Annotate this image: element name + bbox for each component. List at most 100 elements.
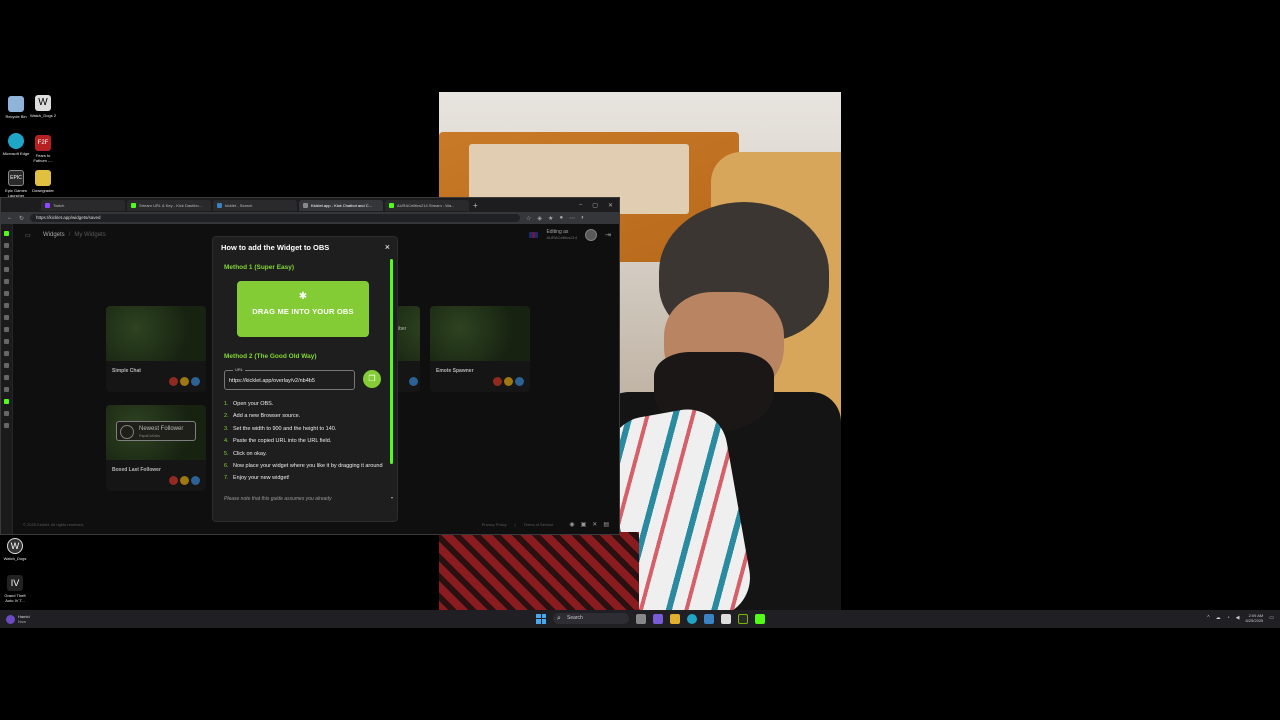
drag-cursor-icon: ✱ [298,291,308,302]
drag-into-obs-button[interactable]: ✱ DRAG ME INTO YOUR OBS [237,281,369,337]
notifications-icon[interactable]: ▭ [1269,615,1274,621]
close-icon[interactable]: × [385,242,390,252]
watch-dogs-legion-icon: W [7,538,23,554]
kick-logo-icon[interactable] [4,231,9,236]
volume-icon[interactable]: ◀ [1236,615,1240,621]
list-item: 5. Click on okay. [224,450,267,457]
notification-avatar-icon [6,614,15,624]
watch-dogs-icon: W [35,95,51,111]
method2-heading: Method 2 (The Good Old Way) [224,353,317,360]
menu-icon[interactable]: ⋯ [569,215,575,222]
window-controls: – ▢ ✕ [579,202,619,209]
url-input[interactable]: https://kicklet.app/widgets/saved [30,214,521,222]
desktop-icon-gta[interactable]: IV Grand Theft Auto IV T... [1,575,29,603]
file-explorer-icon[interactable] [670,613,680,624]
overlay-url-input[interactable] [229,376,349,386]
left-icon-rail [1,224,13,534]
rail-icon[interactable] [4,411,9,416]
nvidia-icon[interactable] [738,613,748,624]
list-item: 2. Add a new Browser source. [224,413,301,420]
tab-twitch[interactable]: Twitch [41,199,125,211]
desktop-icon-watch-dogs[interactable]: W Watch_Dogs [1,538,29,561]
instruction-list: 1. Open your OBS. 2. Add a new Browser sou… [224,401,389,488]
rail-icon[interactable] [4,363,9,368]
rail-icon[interactable] [4,291,9,296]
scroll-down-icon[interactable]: ▾ [391,495,393,500]
recycle-bin-icon [8,96,24,112]
clipboard-icon: ❐ [368,374,376,383]
list-item: 1. Open your OBS. [224,401,274,407]
taskbar-search[interactable]: Search [553,613,629,624]
tab-kicklet[interactable]: Kicklet.app - Kick Chatbot and C... [299,199,383,211]
rail-icon[interactable] [4,351,9,356]
wifi-icon[interactable]: ◔ [1227,615,1230,621]
modal-title: How to add the Widget to OBS [221,243,330,252]
epic-icon: EPIC [8,170,24,186]
rail-icon[interactable] [4,327,9,332]
tab-kick-dashboard[interactable]: Stream URL & Key - Kick Dashbo... [127,199,211,211]
modal-scrollbar[interactable] [390,259,393,464]
taskbar-notification[interactable]: Hamid Now [6,614,30,624]
rail-icon[interactable] [4,267,9,272]
star-icon[interactable]: ☆ [526,215,531,222]
list-item: 4. Paste the copied URL into the URL fiel… [224,438,332,445]
address-bar: ← ↻ https://kicklet.app/widgets/saved ☆ … [1,212,619,224]
clock[interactable]: 2:09 AM 8/25/2025 [1245,613,1263,623]
profile-icon[interactable]: ● [559,215,563,222]
rail-icon[interactable] [4,243,9,248]
app-icon[interactable] [704,613,714,624]
method1-heading: Method 1 (Super Easy) [224,264,295,271]
twitch-icon [45,202,50,208]
system-tray: ^ ☁ ◔ ◀ 2:09 AM 8/25/2025 ▭ [1207,613,1274,623]
rail-icon[interactable] [4,303,9,308]
rail-icon[interactable] [4,339,9,344]
obs-widget-modal: How to add the Widget to OBS × Method 1 … [212,236,398,522]
minimize-icon[interactable]: – [579,202,582,209]
url-field: URL [224,367,355,390]
desktop-icon-edge[interactable]: Microsoft Edge [2,133,30,156]
desktop-icon-downgrader[interactable]: Downgrader [29,170,57,193]
tab-stream[interactable]: AURACelltics214 Stream - Wa... [385,199,469,211]
list-item: 7. Enjoy your new widget! [224,475,290,482]
list-item: 3. Set the width to 900 and the height to… [224,425,337,432]
store-icon[interactable] [721,613,731,624]
favorites-icon[interactable]: ★ [548,215,553,222]
copilot-icon[interactable]: ◐ [581,215,585,222]
desktop-icon-epic-games[interactable]: EPIC Epic Games Launcher [2,170,30,198]
taskbar-center: Search [536,613,765,624]
gta-icon: IV [7,575,23,591]
tab-search[interactable]: kicklet - Search [213,199,297,211]
chevron-up-icon[interactable]: ^ [1207,615,1209,621]
desktop-icon-fears-to-fathom[interactable]: F2F Fears to Fathom -... [29,135,57,163]
rail-icon[interactable] [4,315,9,320]
edge-icon [8,133,24,149]
kicklet-icon [303,202,308,208]
copy-url-button[interactable]: ❐ [363,370,381,388]
extensions-icon[interactable]: ◈ [537,215,542,222]
desktop-icon-watch-dogs-2[interactable]: W Watch_Dogs 2 [29,95,57,118]
app-icon[interactable] [653,613,663,624]
start-icon[interactable] [536,613,546,624]
photo-flannel [439,532,639,610]
new-tab-button[interactable]: + [473,201,478,210]
address-bar-icons: ☆ ◈ ★ ● ⋯ ◐ [526,215,585,222]
rail-icon[interactable] [4,255,9,260]
desktop-icon-recycle-bin[interactable]: Recycle Bin [2,96,30,119]
refresh-icon[interactable]: ↻ [19,215,24,222]
edge-taskbar-icon[interactable] [687,613,697,624]
rail-icon[interactable] [4,423,9,428]
tab-bar: Twitch Stream URL & Key - Kick Dashbo...… [1,198,619,212]
rail-icon[interactable] [4,387,9,392]
taskbar: Hamid Now Search ^ ☁ ◔ ◀ 2:09 AM 8/25/20… [0,610,1280,628]
task-view-icon[interactable] [636,613,646,624]
downgrader-icon [35,170,51,186]
kick-taskbar-icon[interactable] [755,613,765,624]
rail-icon[interactable] [4,375,9,380]
rail-icon[interactable] [4,279,9,284]
cloud-icon[interactable]: ☁ [1216,615,1221,621]
kick-icon [389,202,394,208]
close-window-icon[interactable]: ✕ [608,202,613,209]
back-icon[interactable]: ← [7,215,13,221]
maximize-icon[interactable]: ▢ [592,202,598,209]
rail-icon-widgets[interactable] [4,399,9,404]
